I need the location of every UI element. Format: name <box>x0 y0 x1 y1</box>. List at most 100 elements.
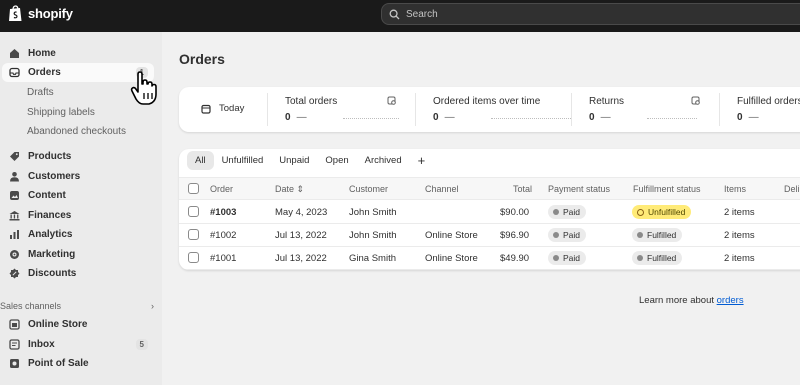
sidebar-item-marketing[interactable]: Marketing <box>2 245 154 264</box>
hand-cursor-icon <box>130 71 157 105</box>
marketing-icon <box>8 249 20 261</box>
metric-sparkline <box>343 118 399 119</box>
row-checkbox[interactable] <box>188 252 199 263</box>
tab-unpaid[interactable]: Unpaid <box>271 151 317 170</box>
column-customer[interactable]: Customer <box>349 184 388 194</box>
column-fulfillment-status[interactable]: Fulfillment status <box>633 184 701 194</box>
orders-icon <box>8 67 20 79</box>
column-date[interactable]: Date ⇕ <box>275 184 304 195</box>
sort-icon: ⇕ <box>296 184 305 194</box>
brand-name: shopify <box>28 6 73 21</box>
online-store-icon <box>8 319 20 331</box>
learn-more-orders-link[interactable]: orders <box>717 295 744 306</box>
order-customer: John Smith <box>349 230 397 241</box>
sidebar-sub-shipping-labels[interactable]: Shipping labels <box>27 107 95 118</box>
column-channel[interactable]: Channel <box>425 184 459 194</box>
date-range-label: Today <box>219 103 245 114</box>
calendar-icon <box>201 104 211 114</box>
sidebar-item-online-store[interactable]: Online Store <box>2 315 154 334</box>
metric-fulfilled-orders[interactable]: Fulfilled orders 0— <box>737 96 800 123</box>
sidebar-item-label: Content <box>28 190 66 201</box>
search-input[interactable] <box>406 8 706 20</box>
search-icon <box>389 9 400 19</box>
orders-table-card: All Unfulfilled Unpaid Open Archived + O… <box>179 149 800 270</box>
metric-label: Returns <box>589 96 625 107</box>
sales-channels-header[interactable]: Sales channels › <box>0 301 154 311</box>
column-delivery[interactable]: Deli <box>784 184 800 194</box>
metric-chart-icon <box>691 96 700 105</box>
payment-status-badge: Paid <box>548 251 587 265</box>
metric-label: Fulfilled orders <box>737 96 800 107</box>
select-all-checkbox[interactable] <box>188 183 199 194</box>
discounts-icon <box>8 268 20 280</box>
sidebar-item-label: Finances <box>28 210 72 221</box>
sidebar-item-inbox[interactable]: Inbox 5 <box>2 335 154 354</box>
order-number[interactable]: #1002 <box>210 230 236 241</box>
sidebar-sub-drafts[interactable]: Drafts <box>27 87 54 98</box>
tab-archived[interactable]: Archived <box>357 151 410 170</box>
tab-unfulfilled[interactable]: Unfulfilled <box>214 151 272 170</box>
metric-value: 0— <box>589 112 611 123</box>
order-items: 2 items <box>724 230 755 241</box>
analytics-icon <box>8 229 20 241</box>
page-title: Orders <box>179 51 225 67</box>
order-date: May 4, 2023 <box>275 207 328 218</box>
divider <box>719 93 720 126</box>
plus-icon[interactable]: + <box>410 153 434 168</box>
shopify-logo[interactable]: shopify <box>8 5 73 22</box>
column-payment-status[interactable]: Payment status <box>548 184 610 194</box>
metric-ordered-items[interactable]: Ordered items over time 0— <box>433 96 571 123</box>
inbox-icon <box>8 339 20 351</box>
order-date: Jul 13, 2022 <box>275 230 327 241</box>
order-number[interactable]: #1003 <box>210 207 236 218</box>
sidebar-item-label: Inbox <box>28 339 55 350</box>
metrics-bar: Today Total orders 0— Ordered items over… <box>179 87 800 132</box>
metric-label: Ordered items over time <box>433 96 541 107</box>
date-range-button[interactable]: Today <box>201 103 244 114</box>
sidebar-item-products[interactable]: Products <box>2 147 154 166</box>
metric-sparkline <box>491 118 571 119</box>
inbox-count-badge: 5 <box>135 339 148 350</box>
table-row[interactable]: #1001 Jul 13, 2022 Gina Smith Online Sto… <box>179 247 800 270</box>
order-items: 2 items <box>724 207 755 218</box>
order-total: $96.90 <box>500 230 530 241</box>
metric-chart-icon <box>387 96 396 105</box>
customers-icon <box>8 171 20 183</box>
column-items[interactable]: Items <box>724 184 746 194</box>
order-number[interactable]: #1001 <box>210 253 236 264</box>
metric-total-orders[interactable]: Total orders 0— <box>285 96 399 123</box>
sales-channels-label: Sales channels <box>0 301 62 311</box>
sidebar-item-analytics[interactable]: Analytics <box>2 225 154 244</box>
divider <box>415 93 416 126</box>
tab-open[interactable]: Open <box>317 151 356 170</box>
row-checkbox[interactable] <box>188 229 199 240</box>
table-row[interactable]: #1002 Jul 13, 2022 John Smith Online Sto… <box>179 224 800 247</box>
order-channel: Online Store <box>425 230 478 241</box>
search-bar[interactable] <box>381 3 800 25</box>
order-customer: Gina Smith <box>349 253 396 264</box>
sidebar-item-label: Orders <box>28 67 61 78</box>
table-row[interactable]: #1003 May 4, 2023 John Smith $90.00 Paid… <box>179 201 800 224</box>
metric-returns[interactable]: Returns 0— <box>589 96 700 123</box>
sidebar-item-finances[interactable]: Finances <box>2 206 154 225</box>
column-total[interactable]: Total <box>513 184 532 194</box>
sidebar-item-home[interactable]: Home <box>2 44 154 63</box>
sidebar-item-label: Point of Sale <box>28 358 89 369</box>
tab-all[interactable]: All <box>187 150 214 170</box>
home-icon <box>8 48 20 60</box>
sidebar-sub-abandoned-checkouts[interactable]: Abandoned checkouts <box>27 126 126 137</box>
divider <box>571 93 572 126</box>
shopify-logo-icon <box>9 5 22 21</box>
metric-value: 0— <box>433 112 455 123</box>
sidebar-item-point-of-sale[interactable]: Point of Sale <box>2 354 154 373</box>
learn-more-prefix: Learn more about <box>639 295 714 306</box>
sidebar-item-content[interactable]: Content <box>2 186 154 205</box>
sidebar-item-label: Customers <box>28 171 81 182</box>
sidebar-item-label: Products <box>28 151 72 162</box>
order-customer: John Smith <box>349 207 397 218</box>
sidebar-item-discounts[interactable]: Discounts <box>2 264 154 283</box>
column-order[interactable]: Order <box>210 184 233 194</box>
row-checkbox[interactable] <box>188 206 199 217</box>
order-total: $49.90 <box>500 253 530 264</box>
sidebar-item-customers[interactable]: Customers <box>2 167 154 186</box>
